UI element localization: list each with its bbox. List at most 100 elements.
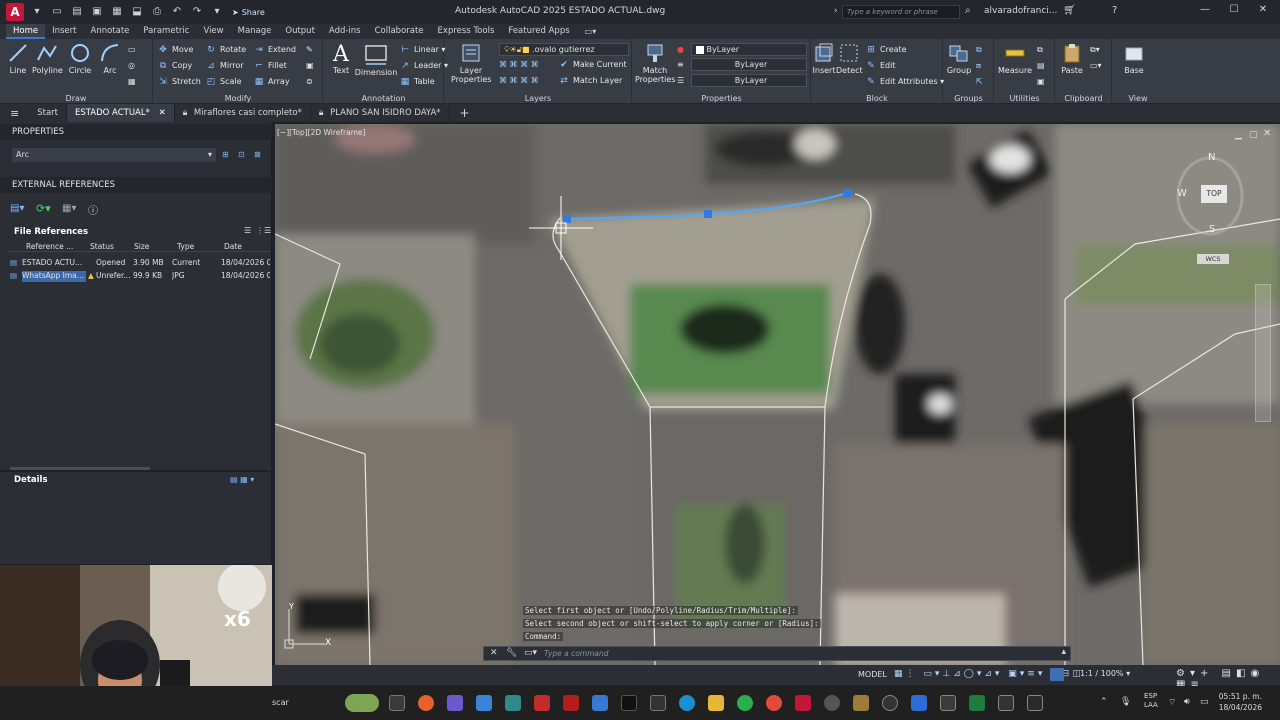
- clipboard-group-title[interactable]: Clipboard: [1056, 94, 1111, 103]
- annotation-scale[interactable]: 1:1 / 100% ▾: [1080, 669, 1130, 678]
- pdf-icon[interactable]: [563, 695, 579, 711]
- group-button[interactable]: Group: [946, 42, 972, 75]
- quick-select-icon[interactable]: ⧉: [1037, 43, 1043, 57]
- new-file-icon[interactable]: ▭: [50, 5, 64, 19]
- task-view-icon[interactable]: [389, 695, 405, 711]
- open-folder-icon[interactable]: ▤: [70, 5, 84, 19]
- store-icon[interactable]: [476, 695, 492, 711]
- chevron-down-icon[interactable]: ▾: [30, 5, 44, 19]
- stretch-button[interactable]: ⇲ Stretch: [158, 75, 201, 89]
- ungroup-icon[interactable]: ⧉: [976, 43, 982, 57]
- app-icon[interactable]: [534, 695, 550, 711]
- app-icon[interactable]: [824, 695, 840, 711]
- layer-dropdown[interactable]: 💡︎☀︎🔓︎■ .ovalo gutierrez: [499, 43, 629, 56]
- text-button[interactable]: A Text: [328, 42, 354, 75]
- table-button[interactable]: ▦ Table: [400, 75, 435, 89]
- edit-attributes-button[interactable]: ✎ Edit Attributes ▾: [866, 75, 944, 89]
- move-button[interactable]: ✥ Move: [158, 43, 193, 57]
- battery-icon[interactable]: ▭: [1200, 697, 1209, 707]
- app-icon[interactable]: [853, 695, 869, 711]
- tab-collaborate[interactable]: Collaborate: [368, 24, 431, 39]
- annotation-visibility-icon[interactable]: [1050, 668, 1064, 681]
- taskbar-search[interactable]: scar: [272, 698, 289, 707]
- close-icon[interactable]: ✕: [490, 648, 498, 658]
- drawing-viewport[interactable]: [−][Top][2D Wireframe] Y X N W S TOP WCS…: [275, 124, 1280, 665]
- utilities-group-title[interactable]: Utilities: [995, 94, 1054, 103]
- grip-mid[interactable]: [704, 210, 712, 218]
- tiktok-icon[interactable]: [621, 695, 637, 711]
- view-group-title[interactable]: View: [1113, 94, 1163, 103]
- groups-group-title[interactable]: Groups: [944, 94, 993, 103]
- tab-plano-san-isidro[interactable]: 🔒︎ PLANO SAN ISIDRO DAYA*: [311, 104, 450, 122]
- col-status[interactable]: Status: [90, 242, 114, 253]
- tab-parametric[interactable]: Parametric: [136, 24, 196, 39]
- copy-clip-icon[interactable]: ⧉▾: [1090, 43, 1100, 57]
- leader-button[interactable]: ↗ Leader ▾: [400, 59, 448, 73]
- viewport-close-icon[interactable]: ✕: [1263, 128, 1271, 139]
- app-icon[interactable]: [1027, 695, 1043, 711]
- cut-icon[interactable]: ▭▾: [1090, 59, 1102, 73]
- tab-estado-actual[interactable]: ESTADO ACTUAL* ✕: [66, 104, 175, 122]
- hatch-icon[interactable]: ◎: [128, 59, 135, 73]
- viewcube-top-face[interactable]: TOP: [1201, 185, 1227, 203]
- group-select-icon[interactable]: ⇱: [976, 75, 983, 89]
- teams-icon[interactable]: [447, 695, 463, 711]
- panel-divider[interactable]: [0, 470, 272, 472]
- clock-date[interactable]: 18/04/2026: [1210, 703, 1262, 712]
- clock-time[interactable]: 05:51 p. m.: [1210, 692, 1262, 701]
- chevron-right-icon[interactable]: ›: [834, 6, 838, 16]
- list-view-icon[interactable]: ☰: [244, 226, 251, 235]
- tab-add-ins[interactable]: Add-ins: [322, 24, 368, 39]
- autocad-taskbar-icon[interactable]: [795, 695, 811, 711]
- attach-icon[interactable]: ▤▾: [10, 203, 24, 214]
- tab-featured-apps[interactable]: Featured Apps: [501, 24, 576, 39]
- search-icon[interactable]: ⌕: [965, 5, 971, 16]
- chrome-icon[interactable]: [766, 695, 782, 711]
- save-as-icon[interactable]: ▦: [110, 5, 124, 19]
- edit-block-button[interactable]: ✎ Edit: [866, 59, 895, 73]
- color-dropdown[interactable]: ByLayer: [691, 43, 807, 56]
- new-tab-icon[interactable]: +: [450, 106, 480, 120]
- viewport-controls[interactable]: [−][Top][2D Wireframe]: [277, 128, 366, 137]
- command-input[interactable]: Type a command: [544, 649, 609, 658]
- help-icon[interactable]: ?: [1112, 5, 1117, 16]
- col-reference[interactable]: Reference ...: [26, 242, 73, 253]
- measure-button[interactable]: Measure: [997, 42, 1033, 75]
- print-icon[interactable]: ⎙: [150, 5, 164, 19]
- app-icon[interactable]: [911, 695, 927, 711]
- toggle-pickadd-icon[interactable]: ⊞: [222, 150, 229, 159]
- whatsapp-icon[interactable]: [737, 695, 753, 711]
- modify-group-title[interactable]: Modify: [154, 94, 322, 103]
- compass-west[interactable]: W: [1177, 188, 1187, 199]
- recent-commands-icon[interactable]: ▭▾: [524, 648, 537, 658]
- save-icon[interactable]: ▣: [90, 5, 104, 19]
- annotation-group-title[interactable]: Annotation: [324, 94, 443, 103]
- array-button[interactable]: ▦ Array: [254, 75, 290, 89]
- app-icon[interactable]: [969, 695, 985, 711]
- draw-group-title[interactable]: Draw: [0, 94, 152, 103]
- fillet-button[interactable]: ⌐ Fillet: [254, 59, 287, 73]
- lineweight-dropdown[interactable]: ByLayer: [691, 74, 807, 87]
- viewport-restore-icon[interactable]: ▢: [1249, 130, 1258, 140]
- autocad-logo[interactable]: A: [6, 3, 24, 21]
- tray-chevron-icon[interactable]: ⌃: [1100, 697, 1108, 707]
- app-icon[interactable]: [650, 695, 666, 711]
- calculator-icon[interactable]: ▤: [1037, 59, 1045, 73]
- close-tab-icon[interactable]: ✕: [159, 108, 166, 118]
- app-icon[interactable]: [505, 695, 521, 711]
- properties-object-select[interactable]: Arc ▾: [12, 148, 216, 162]
- web-save-icon[interactable]: ⬓: [130, 5, 144, 19]
- change-path-icon[interactable]: ▦▾: [62, 203, 76, 214]
- share-button[interactable]: ➤ Share: [232, 8, 265, 17]
- group-edit-icon[interactable]: ⧈: [976, 59, 981, 73]
- layer-tools-icons-2[interactable]: ⌘ ⌘ ⌘ ⌘: [499, 74, 539, 88]
- microphone-icon[interactable]: 🎙︎: [1120, 697, 1131, 707]
- app-icon[interactable]: [592, 695, 608, 711]
- user-account[interactable]: alvaradofranci...: [984, 6, 1057, 16]
- copy-button[interactable]: ⧉ Copy: [158, 59, 193, 73]
- file-explorer-icon[interactable]: [708, 695, 724, 711]
- edge-icon[interactable]: [679, 695, 695, 711]
- wifi-icon[interactable]: ⌔: [1168, 697, 1176, 708]
- arc-button[interactable]: Arc: [98, 42, 122, 75]
- make-current-button[interactable]: ✔ Make Current: [559, 58, 626, 72]
